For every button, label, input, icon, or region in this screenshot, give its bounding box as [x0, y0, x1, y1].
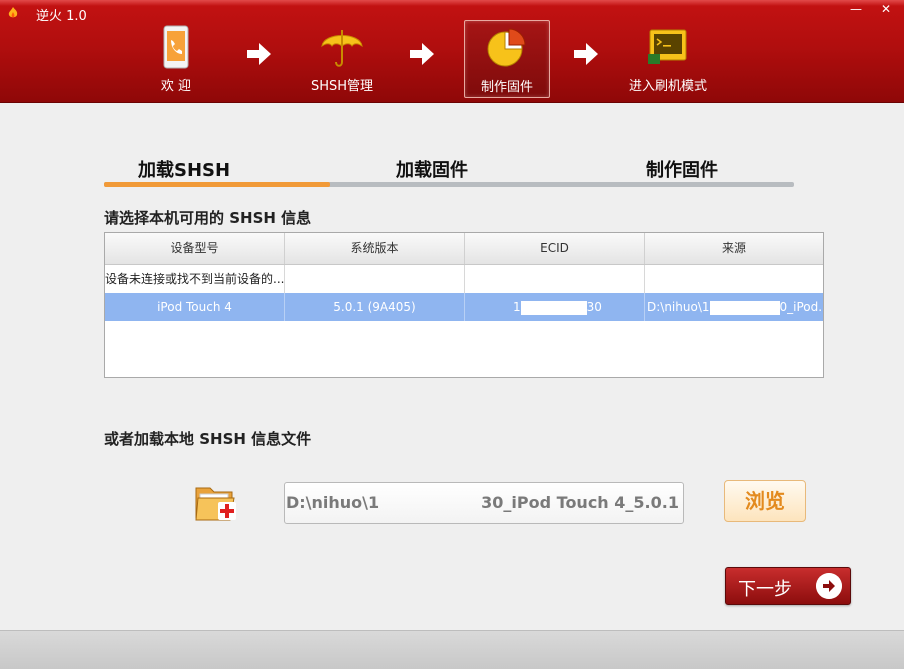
cell-ecid: 1 30	[465, 293, 645, 321]
table-row[interactable]: 设备未连接或找不到当前设备的...	[105, 265, 823, 293]
source-suffix: 0_iPod...	[779, 300, 824, 314]
cell-device-model: iPod Touch 4	[105, 293, 285, 321]
path-prefix: D:\nihuo\1	[286, 493, 380, 512]
step-shsh-management[interactable]: SHSH管理	[300, 20, 384, 96]
step-shsh-label: SHSH管理	[310, 79, 374, 94]
next-button[interactable]: 下一步	[725, 567, 851, 605]
shsh-table: 设备型号 系统版本 ECID 来源 设备未连接或找不到当前设备的... iPod…	[104, 232, 824, 378]
flame-logo-icon	[8, 7, 18, 18]
ecid-prefix: 1	[513, 300, 521, 314]
table-row-selected[interactable]: iPod Touch 4 5.0.1 (9A405) 1 30 D:\nihuo\…	[105, 293, 823, 321]
app-window: 逆火 1.0 — ✕ 欢 迎 SHSH管理 制作固件 进入刷机模式 加载SHSH…	[0, 0, 904, 669]
shsh-section-label: 请选择本机可用的 SHSH 信息	[104, 209, 312, 227]
arrow-right-icon	[574, 43, 598, 65]
phone-icon	[163, 25, 189, 69]
terminal-icon	[648, 29, 687, 64]
cell-source: D:\nihuo\1 0_iPod...	[645, 293, 823, 321]
table-header: 设备型号 系统版本 ECID 来源	[105, 233, 823, 265]
source-prefix: D:\nihuo\1	[647, 300, 710, 314]
step-make-firmware[interactable]: 制作固件	[464, 20, 550, 98]
step-flash-mode-label: 进入刷机模式	[628, 79, 707, 94]
close-button[interactable]: ✕	[872, 0, 900, 18]
ecid-suffix: 30	[586, 300, 602, 314]
column-source[interactable]: 来源	[645, 233, 823, 264]
column-device-model[interactable]: 设备型号	[105, 233, 285, 264]
app-title: 逆火 1.0	[36, 9, 87, 24]
browse-button[interactable]: 浏览	[724, 480, 806, 522]
step-welcome-label: 欢 迎	[160, 79, 192, 94]
redaction-block	[709, 300, 780, 315]
arrow-right-circle-icon	[816, 573, 842, 599]
arrow-right-icon	[410, 43, 434, 65]
cell-os-version: 5.0.1 (9A405)	[285, 293, 465, 321]
column-ecid[interactable]: ECID	[465, 233, 645, 264]
title-toolbar: 逆火 1.0 — ✕ 欢 迎 SHSH管理 制作固件 进入刷机模式	[0, 0, 904, 103]
pie-chart-icon	[487, 28, 526, 67]
cell-os-version	[285, 265, 465, 293]
tab-progress-fill	[104, 182, 330, 187]
step-welcome[interactable]: 欢 迎	[134, 20, 218, 96]
path-text: D:\nihuo\1 30_iPod Touch 4_5.0.1 (9A4	[286, 493, 683, 512]
tab-load-firmware[interactable]: 加载固件	[396, 156, 468, 182]
cell-ecid	[465, 265, 645, 293]
tab-load-shsh[interactable]: 加载SHSH	[138, 156, 230, 182]
column-os-version[interactable]: 系统版本	[285, 233, 465, 264]
umbrella-icon	[321, 30, 363, 67]
arrow-right-icon	[247, 43, 271, 65]
local-section-label: 或者加载本地 SHSH 信息文件	[104, 430, 312, 448]
tab-make-firmware[interactable]: 制作固件	[646, 156, 718, 182]
step-enter-flash-mode[interactable]: 进入刷机模式	[626, 20, 710, 96]
cell-device-model: 设备未连接或找不到当前设备的...	[105, 265, 285, 293]
next-button-label: 下一步	[738, 579, 792, 600]
minimize-button[interactable]: —	[842, 0, 870, 18]
redaction-block	[520, 300, 587, 315]
step-make-firmware-label: 制作固件	[480, 80, 533, 95]
shsh-file-path-input[interactable]: D:\nihuo\1 30_iPod Touch 4_5.0.1 (9A4	[284, 482, 684, 524]
path-suffix: 30_iPod Touch 4_5.0.1 (9A4	[481, 493, 683, 512]
folder-add-icon	[195, 487, 236, 521]
cell-source	[645, 265, 823, 293]
status-bar	[0, 630, 904, 669]
